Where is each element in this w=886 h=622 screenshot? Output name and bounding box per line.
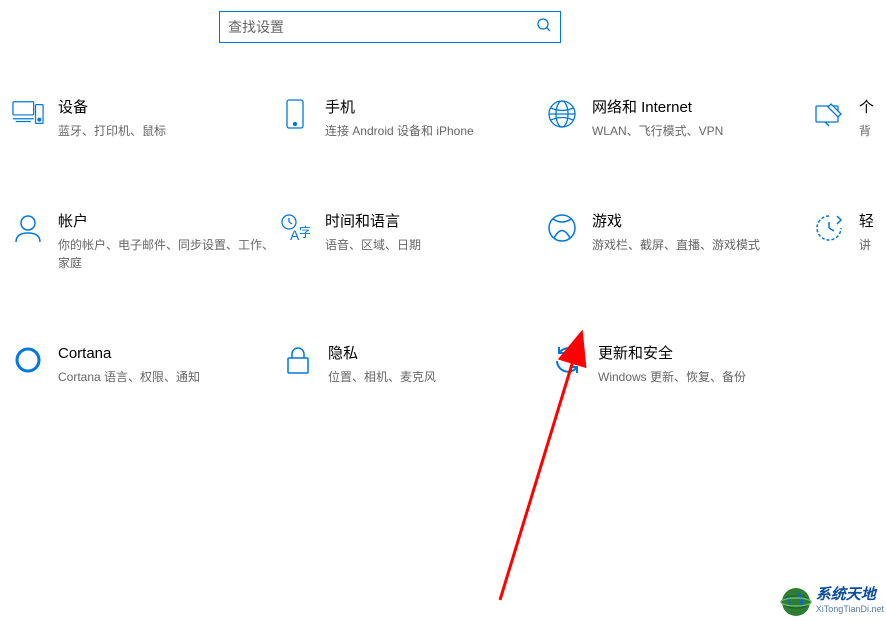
- tile-desc: WLAN、飞行模式、VPN: [592, 122, 813, 140]
- tile-devices[interactable]: 设备 蓝牙、打印机、鼠标: [12, 98, 279, 140]
- tile-ease-of-access[interactable]: 轻 讲: [813, 212, 886, 272]
- tile-desc: 讲: [859, 236, 886, 254]
- tile-desc: Cortana 语言、权限、通知: [58, 368, 282, 386]
- svg-text:字: 字: [299, 225, 310, 240]
- tile-cortana[interactable]: Cortana Cortana 语言、权限、通知: [12, 344, 282, 386]
- tile-title: 设备: [58, 98, 279, 118]
- xbox-icon: [546, 212, 578, 244]
- tile-accounts[interactable]: 帐户 你的帐户、电子邮件、同步设置、工作、家庭: [12, 212, 279, 272]
- cortana-icon: [12, 344, 44, 376]
- tile-desc: 位置、相机、麦克风: [328, 368, 552, 386]
- tile-title: 隐私: [328, 344, 552, 364]
- tile-title: 个: [859, 98, 886, 118]
- tile-update-security[interactable]: 更新和安全 Windows 更新、恢复、备份: [552, 344, 822, 386]
- tile-network[interactable]: 网络和 Internet WLAN、飞行模式、VPN: [546, 98, 813, 140]
- tile-personalization[interactable]: 个 背: [813, 98, 886, 140]
- tile-title: 帐户: [58, 212, 279, 232]
- sync-icon: [552, 344, 584, 376]
- tile-title: 网络和 Internet: [592, 98, 813, 118]
- tile-desc: 你的帐户、电子邮件、同步设置、工作、家庭: [58, 236, 279, 272]
- tile-title: Cortana: [58, 344, 282, 364]
- tile-desc: 连接 Android 设备和 iPhone: [325, 122, 546, 140]
- tile-title: 时间和语言: [325, 212, 546, 232]
- tile-desc: 语音、区域、日期: [325, 236, 546, 254]
- time-language-icon: A 字: [279, 212, 311, 244]
- tile-title: 手机: [325, 98, 546, 118]
- tile-desc: 游戏栏、截屏、直播、游戏模式: [592, 236, 813, 254]
- watermark-title: 系统天地: [816, 588, 884, 602]
- watermark: 系统天地 XiTongTianDi.net: [780, 586, 884, 618]
- tile-privacy[interactable]: 隐私 位置、相机、麦克风: [282, 344, 552, 386]
- tile-desc: Windows 更新、恢复、备份: [598, 368, 822, 386]
- search-input[interactable]: [228, 19, 536, 35]
- tile-desc: 蓝牙、打印机、鼠标: [58, 122, 279, 140]
- tile-title: 游戏: [592, 212, 813, 232]
- tile-phone[interactable]: 手机 连接 Android 设备和 iPhone: [279, 98, 546, 140]
- watermark-subtitle: XiTongTianDi.net: [816, 602, 884, 616]
- tile-time-language[interactable]: A 字 时间和语言 语音、区域、日期: [279, 212, 546, 272]
- watermark-globe-icon: [780, 586, 812, 618]
- search-icon: [536, 17, 552, 38]
- search-box[interactable]: [219, 11, 561, 43]
- globe-icon: [546, 98, 578, 130]
- personalization-icon: [813, 98, 845, 130]
- devices-icon: [12, 98, 44, 130]
- tile-title: 更新和安全: [598, 344, 822, 364]
- phone-icon: [279, 98, 311, 130]
- lock-icon: [282, 344, 314, 376]
- tile-title: 轻: [859, 212, 886, 232]
- user-icon: [12, 212, 44, 244]
- ease-of-access-icon: [813, 212, 845, 244]
- tile-gaming[interactable]: 游戏 游戏栏、截屏、直播、游戏模式: [546, 212, 813, 272]
- tile-desc: 背: [859, 122, 886, 140]
